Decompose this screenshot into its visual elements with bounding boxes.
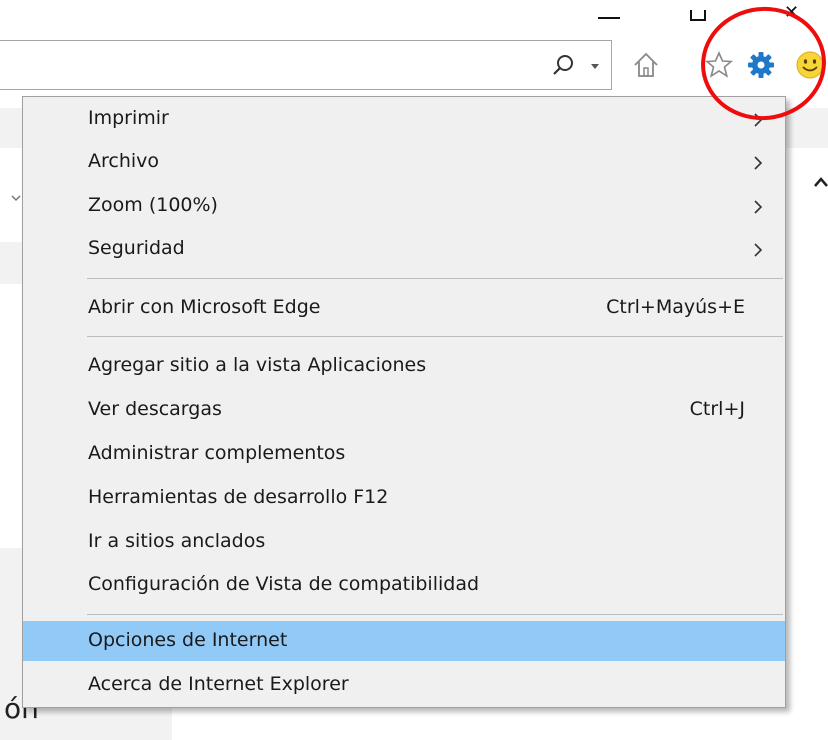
menu-separator xyxy=(87,614,783,615)
menu-item-abrir-edge[interactable]: Abrir con Microsoft Edge Ctrl+Mayús+E xyxy=(23,288,785,328)
menu-item-sitios-anclados[interactable]: Ir a sitios anclados xyxy=(23,522,785,562)
menu-item-acerca-de[interactable]: Acerca de Internet Explorer xyxy=(23,665,785,705)
menu-item-label: Herramientas de desarrollo F12 xyxy=(88,486,389,508)
menu-item-imprimir[interactable]: Imprimir xyxy=(23,99,785,139)
menu-item-label: Archivo xyxy=(88,150,160,172)
menu-item-zoom[interactable]: Zoom (100%) xyxy=(23,186,785,226)
menu-separator xyxy=(87,336,783,337)
page-background-panel xyxy=(0,242,22,284)
menu-item-label: Ver descargas xyxy=(88,398,222,420)
restore-button[interactable] xyxy=(675,0,715,26)
browser-window: ✕ ón Imprimir Archivo Zoom (100%) Seguri… xyxy=(0,0,828,740)
menu-item-label: Seguridad xyxy=(88,237,185,259)
menu-item-label: Ir a sitios anclados xyxy=(88,530,266,552)
tools-menu: Imprimir Archivo Zoom (100%) Seguridad A… xyxy=(22,96,786,708)
home-icon[interactable] xyxy=(631,50,661,80)
menu-separator xyxy=(87,278,783,279)
menu-item-label: Zoom (100%) xyxy=(88,194,218,216)
gear-icon[interactable] xyxy=(746,50,776,80)
menu-item-label: Imprimir xyxy=(88,107,169,129)
close-button[interactable]: ✕ xyxy=(770,0,810,26)
search-icon[interactable] xyxy=(552,53,576,77)
minimize-button[interactable] xyxy=(592,0,632,26)
close-icon: ✕ xyxy=(784,2,800,23)
menu-item-seguridad[interactable]: Seguridad xyxy=(23,229,785,269)
menu-item-administrar-complementos[interactable]: Administrar complementos xyxy=(23,434,785,474)
menu-item-herramientas-desarrollo[interactable]: Herramientas de desarrollo F12 xyxy=(23,478,785,518)
menu-item-archivo[interactable]: Archivo xyxy=(23,142,785,182)
smiley-icon[interactable] xyxy=(795,50,825,80)
chevron-down-icon xyxy=(11,195,21,202)
restore-icon xyxy=(690,10,706,21)
menu-item-label: Abrir con Microsoft Edge xyxy=(88,296,321,318)
address-bar[interactable] xyxy=(0,40,612,90)
menu-item-label: Opciones de Internet xyxy=(88,629,288,651)
menu-item-shortcut: Ctrl+Mayús+E xyxy=(606,296,745,318)
chevron-right-icon xyxy=(754,200,763,214)
menu-item-shortcut: Ctrl+J xyxy=(689,398,745,420)
menu-item-label: Agregar sitio a la vista Aplicaciones xyxy=(88,354,427,376)
menu-item-label: Acerca de Internet Explorer xyxy=(88,673,349,695)
scroll-up-arrow-icon[interactable] xyxy=(812,172,828,196)
chevron-right-icon xyxy=(754,243,763,257)
minimize-icon xyxy=(598,17,620,19)
chevron-right-icon xyxy=(754,113,763,127)
star-icon[interactable] xyxy=(704,50,734,80)
menu-item-ver-descargas[interactable]: Ver descargas Ctrl+J xyxy=(23,390,785,430)
menu-item-agregar-sitio[interactable]: Agregar sitio a la vista Aplicaciones xyxy=(23,346,785,386)
search-dropdown-icon[interactable] xyxy=(588,56,602,76)
menu-item-vista-compatibilidad[interactable]: Configuración de Vista de compatibilidad xyxy=(23,565,785,605)
chevron-right-icon xyxy=(754,156,763,170)
menu-item-opciones-internet[interactable]: Opciones de Internet xyxy=(23,621,785,661)
menu-item-label: Configuración de Vista de compatibilidad xyxy=(88,573,480,595)
menu-item-label: Administrar complementos xyxy=(88,442,346,464)
